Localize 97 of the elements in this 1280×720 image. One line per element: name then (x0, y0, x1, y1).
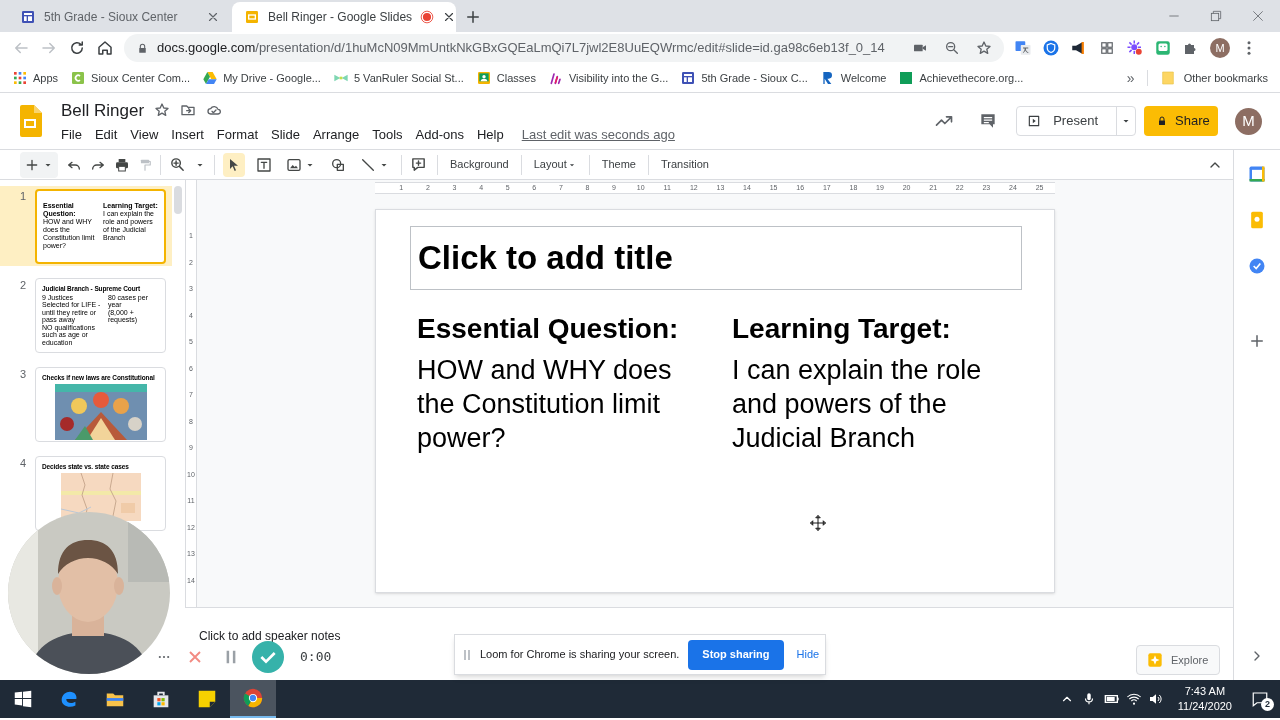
explore-button[interactable]: Explore (1136, 645, 1220, 675)
reload-icon[interactable] (68, 39, 86, 57)
shield-icon[interactable] (1042, 39, 1060, 57)
translate-icon[interactable] (1014, 39, 1032, 57)
profile-avatar[interactable]: M (1210, 38, 1230, 58)
star-icon[interactable] (154, 102, 171, 119)
favicon-icon (202, 70, 219, 86)
burst-icon[interactable] (1126, 39, 1144, 57)
zoom-icon[interactable] (169, 156, 186, 173)
toolbar-button[interactable]: Background (448, 156, 511, 173)
star-icon[interactable] (976, 40, 992, 56)
menu-item[interactable]: View (130, 125, 159, 145)
favicon-icon (12, 70, 28, 86)
menu-item[interactable]: Edit (94, 125, 118, 145)
toolbar-button[interactable]: Layout (531, 156, 579, 173)
wifi-icon[interactable] (1125, 691, 1142, 707)
menu-item[interactable]: Add-ons (415, 125, 464, 145)
new-slide-button[interactable] (20, 151, 58, 178)
notifications-button[interactable]: 2 (1240, 680, 1280, 718)
add-comment-icon[interactable] (410, 156, 427, 173)
menu-item[interactable]: Slide (271, 125, 300, 145)
slide-text[interactable]: HOW and WHY does the Constitution limit power? (417, 353, 707, 455)
slide-number: 4 (20, 456, 25, 471)
toolbar-button[interactable]: Transition (659, 156, 711, 173)
last-edit-link[interactable]: Last edit was seconds ago (521, 125, 675, 145)
favicon-icon (70, 70, 87, 86)
favicon-icon (680, 70, 697, 86)
menu-item[interactable]: File (61, 125, 82, 145)
sticky-note-icon (196, 688, 218, 710)
menu-item[interactable]: Help (476, 125, 504, 145)
banner-message: Loom for Chrome is sharing your screen. (480, 647, 680, 663)
new-tab-icon[interactable] (464, 8, 482, 26)
bookmark-link[interactable]: 5 VanRuler Social St... (332, 69, 464, 87)
bookmark-link[interactable]: 5th Grade - Sioux C... (680, 69, 808, 87)
zoom-out-icon[interactable] (944, 40, 960, 56)
line-icon (360, 156, 376, 173)
bookmark-link[interactable]: Sioux Center Com... (70, 69, 191, 87)
toolbar-button[interactable]: Theme (599, 156, 638, 173)
image-icon (286, 156, 302, 173)
move-cursor-icon (809, 514, 827, 532)
shape-icon (330, 156, 346, 173)
document-title[interactable]: Bell Ringer (61, 97, 145, 123)
windows-icon (12, 688, 34, 710)
browser-tab[interactable]: Bell Ringer - Google Slides (232, 2, 456, 32)
share-button[interactable]: Share (1144, 106, 1218, 136)
address-bar[interactable]: docs.google.com/presentation/d/1huMcN09MmUntkNkGBxGQEaLmQi7L7jwl2E8UuEQWrmc/edit#slide=id.ga98c6eb13f_0_14 (124, 34, 1004, 62)
title-placeholder[interactable]: Click to add title (410, 226, 1022, 290)
clock[interactable]: 7:43 AM 11/24/2020 (1169, 684, 1240, 714)
drag-handle-icon[interactable] (463, 647, 471, 662)
cursor-tool-button[interactable] (223, 152, 245, 177)
more-bookmarks-button[interactable]: » (1126, 67, 1135, 89)
slide-heading[interactable]: Essential Question: (417, 312, 732, 346)
restore-icon[interactable] (1208, 8, 1224, 24)
speaker-notes-placeholder[interactable]: Click to add speaker notes (199, 629, 341, 643)
present-icon (1027, 114, 1042, 128)
site-favicon-icon (20, 9, 36, 25)
close-icon[interactable] (206, 10, 220, 24)
chrome-icon (242, 687, 264, 709)
home-icon[interactable] (96, 39, 114, 57)
slides-favicon-icon (244, 9, 260, 25)
bookmark-link[interactable]: Visibility into the G... (547, 69, 669, 87)
slide-text[interactable]: I can explain the role and powers of the Judicial Branch (732, 353, 1022, 455)
menu-item[interactable]: Format (216, 125, 258, 145)
favicon-icon (475, 70, 492, 86)
slide-number: 3 (20, 367, 25, 382)
menu-item[interactable]: Arrange (312, 125, 360, 145)
scrollbar-thumb[interactable] (174, 186, 182, 214)
tasks-icon[interactable] (1247, 256, 1267, 276)
bookmark-link[interactable]: Welcome (819, 69, 887, 87)
print-icon[interactable] (114, 156, 130, 173)
calendar-icon[interactable] (1247, 164, 1267, 184)
bookmark-link[interactable]: Apps (12, 69, 59, 87)
slide-number: 1 (20, 189, 25, 204)
chat-icon (1251, 690, 1269, 708)
bookmark-link[interactable]: Classes (475, 69, 536, 87)
account-avatar[interactable]: M (1235, 107, 1262, 135)
text-box-icon (256, 156, 272, 173)
notification-badge: 2 (1261, 698, 1274, 711)
add-icon[interactable] (1248, 332, 1266, 350)
lock-icon (1156, 115, 1168, 127)
stop-sharing-button[interactable]: Stop sharing (688, 639, 784, 670)
lock-icon (136, 41, 149, 55)
browser-tab[interactable]: 5th Grade - Sioux Center (8, 2, 232, 32)
menu-item[interactable]: Tools (372, 125, 403, 145)
folder-icon (1159, 70, 1176, 86)
bookmark-link[interactable]: Achievethecore.org... (898, 69, 1024, 87)
hide-button[interactable]: Hide (792, 646, 824, 663)
bookmark-link[interactable]: My Drive - Google... (202, 69, 321, 87)
favicon-icon (898, 70, 915, 86)
slide-number: 2 (20, 278, 25, 293)
check-icon[interactable] (252, 641, 284, 673)
menu-item[interactable]: Insert (171, 125, 204, 145)
slide-heading[interactable]: Learning Target: (732, 312, 1022, 346)
bookmark-folder[interactable]: Other bookmarks (1146, 69, 1268, 87)
smiley-icon[interactable] (1154, 39, 1172, 57)
sparkle-icon (1147, 652, 1163, 668)
grid-icon[interactable] (1098, 39, 1116, 57)
